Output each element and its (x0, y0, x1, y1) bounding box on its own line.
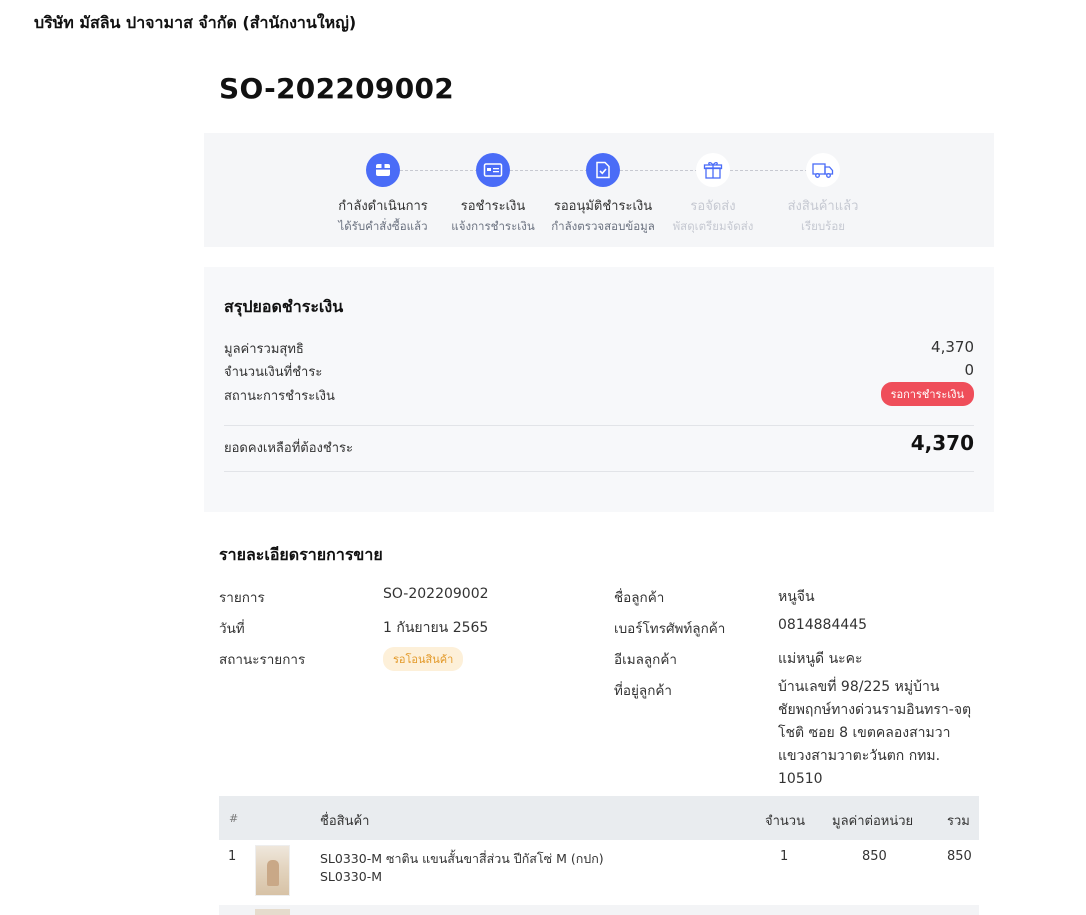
customer-email-label: อีเมลลูกค้า (614, 652, 677, 668)
column-total: รวม (947, 814, 970, 829)
row-quantity: 1 (780, 849, 789, 864)
row-unit-price: 850 (862, 849, 887, 864)
page-title: SO-202209002 (219, 72, 455, 105)
customer-email-value: แม่หนูดี นะคะ (778, 651, 863, 667)
payment-status-badge: รอการชำระเงิน (880, 382, 974, 406)
customer-phone-value: 0814884445 (778, 617, 868, 633)
customer-name-label: ชื่อลูกค้า (614, 590, 665, 606)
payment-card-icon (476, 153, 510, 187)
step-subtitle: เรียบร้อย (801, 219, 845, 233)
product-thumbnail[interactable] (255, 909, 290, 915)
net-total-row: มูลค่ารวมสุทธิ 4,370 (224, 338, 974, 359)
paid-amount-label: จำนวนเงินที่ชำระ (224, 365, 323, 380)
order-status-badge: รอโอนสินค้า (383, 647, 464, 671)
date-label: วันที่ (219, 621, 245, 637)
document-check-icon (586, 153, 620, 187)
summary-title: สรุปยอดชำระเงิน (224, 297, 344, 316)
customer-phone-label: เบอร์โทรศัพท์ลูกค้า (614, 621, 726, 637)
divider (224, 425, 974, 426)
table-row (219, 905, 979, 915)
product-name: SL0330-M ซาติน แขนสั้นขาสี่ส่วน ปีกัสโซ่… (320, 851, 604, 866)
order-status-label: สถานะรายการ (219, 652, 306, 668)
paid-amount-value: 0 (964, 361, 974, 379)
date-value: 1 กันยายน 2565 (383, 620, 489, 636)
balance-label: ยอดคงเหลือที่ต้องชำระ (224, 441, 353, 456)
product-sku: SL0330-M (320, 869, 383, 884)
payment-summary-card: สรุปยอดชำระเงิน มูลค่ารวมสุทธิ 4,370 จำน… (204, 267, 994, 512)
payment-status-row: สถานะการชำระเงิน รอการชำระเงิน (224, 382, 974, 406)
item-value: SO-202209002 (383, 586, 489, 602)
column-index: # (229, 812, 239, 825)
column-quantity: จำนวน (765, 814, 805, 829)
column-product-name: ชื่อสินค้า (320, 814, 370, 829)
column-unit-price: มูลค่าต่อหน่วย (832, 814, 914, 829)
balance-row: ยอดคงเหลือที่ต้องชำระ 4,370 (224, 431, 974, 458)
customer-address-value: บ้านเลขที่ 98/225 หมู่บ้านชัยพฤกษ์ทางด่ว… (778, 679, 972, 787)
customer-name-value: หนูจีน (778, 589, 815, 605)
payment-status-label: สถานะการชำระเงิน (224, 389, 335, 404)
product-thumbnail[interactable] (255, 845, 290, 896)
order-detail-title: รายละเอียดรายการขาย (219, 545, 383, 564)
product-table-header: # ชื่อสินค้า จำนวน มูลค่าต่อหน่วย รวม (219, 796, 979, 840)
order-progress-stepper: กำลังดำเนินการ ได้รับคำสั่งซื้อแล้ว รอชำ… (204, 133, 994, 247)
row-index: 1 (228, 849, 237, 864)
step-title: ส่งสินค้าแล้ว (787, 199, 859, 214)
net-total-value: 4,370 (931, 338, 974, 356)
gift-box-icon (696, 153, 730, 187)
net-total-label: มูลค่ารวมสุทธิ (224, 342, 304, 357)
customer-address-label: ที่อยู่ลูกค้า (614, 683, 672, 699)
divider (224, 471, 974, 472)
step-shipped: ส่งสินค้าแล้ว เรียบร้อย (748, 153, 898, 236)
balance-value: 4,370 (910, 431, 974, 455)
paid-amount-row: จำนวนเงินที่ชำระ 0 (224, 361, 974, 382)
item-label: รายการ (219, 590, 265, 606)
box-icon (366, 153, 400, 187)
truck-icon (806, 153, 840, 187)
company-name: บริษัท มัสลิน ปาจามาส จำกัด (สำนักงานใหญ… (34, 13, 357, 32)
row-total: 850 (947, 849, 972, 864)
